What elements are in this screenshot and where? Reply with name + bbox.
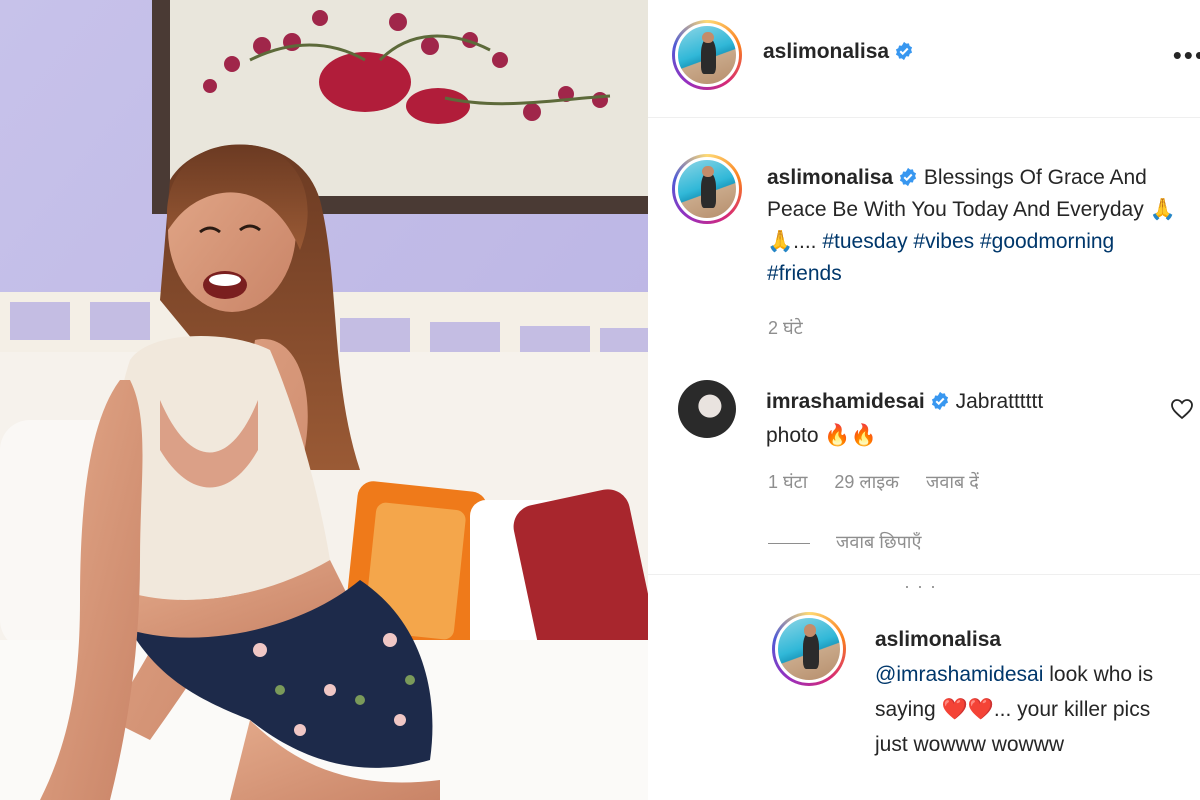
hashtag-friends[interactable]: #friends — [767, 262, 842, 285]
commenter-username[interactable]: imrashamidesai — [766, 390, 925, 413]
reply-text: aslimonalisa @imrashamidesai look who is… — [875, 622, 1185, 762]
clipped-text: · · · — [904, 584, 937, 594]
comment-emoji: 🔥🔥 — [824, 424, 877, 447]
post-header: aslimonalisa ••• — [648, 0, 1200, 118]
hide-replies-button[interactable]: जवाब छिपाएँ — [768, 530, 921, 554]
hide-replies-label: जवाब छिपाएँ — [836, 532, 922, 552]
comments-panel: aslimonalisa ••• aslimonalisa Blessings … — [648, 0, 1200, 800]
reply-author-username[interactable]: aslimonalisa — [875, 628, 1001, 651]
verified-badge-icon — [895, 41, 913, 61]
divider — [768, 542, 810, 544]
like-heart-icon[interactable] — [1170, 398, 1194, 420]
caption-text: aslimonalisa Blessings Of Grace And Peac… — [767, 162, 1187, 290]
commenter-avatar[interactable] — [678, 380, 736, 438]
comment-timestamp[interactable]: 1 घंटा — [768, 472, 807, 492]
comment-meta: 1 घंटा 29 लाइक जवाब दें — [768, 470, 1001, 494]
more-horizontal-icon[interactable]: ••• — [1173, 40, 1200, 71]
verified-badge-icon — [899, 167, 917, 187]
hashtag-goodmorning[interactable]: #goodmorning — [980, 230, 1114, 253]
verified-badge-icon — [931, 391, 948, 411]
comment-likes[interactable]: 29 लाइक — [834, 472, 899, 492]
caption-author-username[interactable]: aslimonalisa — [767, 166, 893, 189]
divider — [648, 574, 1200, 575]
post-image-illustration — [0, 0, 648, 800]
caption-timestamp[interactable]: 2 घंटे — [768, 316, 803, 340]
reply-author-avatar[interactable] — [772, 612, 846, 686]
reply-button[interactable]: जवाब दें — [926, 472, 979, 492]
hashtag-tuesday[interactable]: #tuesday — [822, 230, 907, 253]
reply-emoji: ❤️❤️ — [941, 698, 994, 721]
reply-mention[interactable]: @imrashamidesai — [875, 663, 1043, 686]
author-avatar[interactable] — [672, 20, 742, 90]
hashtag-vibes[interactable]: #vibes — [913, 230, 974, 253]
post-photo[interactable] — [0, 0, 648, 800]
comment-text: imrashamidesai Jabratttttt photo 🔥🔥 — [766, 385, 1096, 453]
caption-author-avatar[interactable] — [672, 154, 742, 224]
author-username[interactable]: aslimonalisa — [763, 40, 889, 63]
